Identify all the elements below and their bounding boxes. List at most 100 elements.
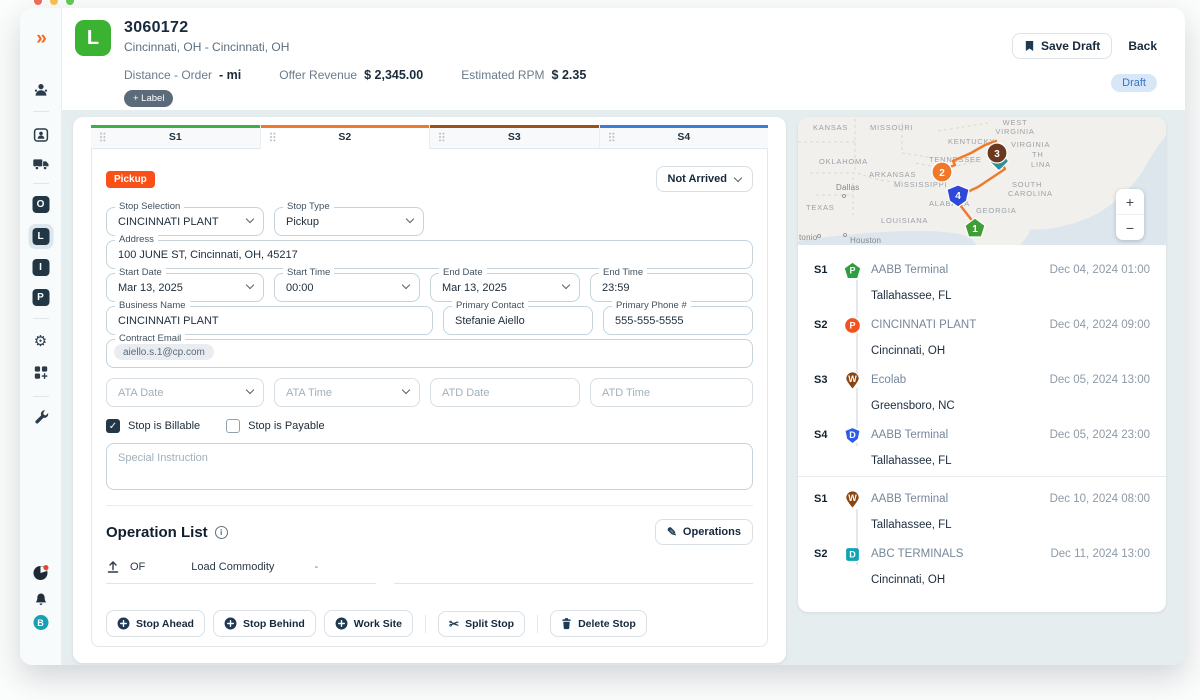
route-map[interactable]: KANSAS MISSOURI WEST VIRGINIA KENTUCKY V…	[798, 117, 1166, 245]
sidebar-item-notifications[interactable]	[33, 592, 48, 607]
sidebar-item-settings[interactable]: ⚙	[34, 334, 47, 349]
ata-time-field[interactable]: ATA Time	[274, 378, 420, 407]
sidebar-item-dispatch[interactable]	[33, 82, 49, 98]
start-time-field[interactable]: Start Time 00:00	[274, 268, 420, 302]
metric-label: Offer Revenue	[279, 68, 358, 82]
tab-s4[interactable]: S4	[598, 125, 768, 149]
zoom-in-button[interactable]: +	[1116, 189, 1144, 215]
stop-list-row[interactable]: S4 D AABB Terminal Dec 05, 2024 23:00 Ta…	[798, 417, 1166, 472]
contract-email-field[interactable]: Contract Email aiello.s.1@cp.com	[106, 334, 753, 368]
stop-ahead-button[interactable]: Stop Ahead	[106, 610, 205, 637]
shield-marker-icon: D	[845, 428, 860, 443]
status-badge: Draft	[1111, 74, 1157, 92]
tab-color-bar	[260, 125, 429, 128]
stop-list-row[interactable]: S1 P AABB Terminal Dec 04, 2024 01:00 Ta…	[798, 252, 1166, 307]
sidebar-item-payables[interactable]: P	[32, 289, 49, 306]
stop-behind-button[interactable]: Stop Behind	[212, 610, 316, 637]
plus-circle-icon	[224, 617, 237, 630]
button-label: Stop Behind	[242, 617, 305, 630]
tab-s1[interactable]: S1	[91, 125, 260, 149]
drag-handle-icon[interactable]	[269, 132, 276, 142]
sidebar-item-tools[interactable]	[33, 409, 48, 424]
sidebar-item-loads-active[interactable]: L	[28, 224, 53, 249]
zoom-out-button[interactable]: −	[1116, 215, 1144, 240]
tab-s3[interactable]: S3	[429, 125, 599, 149]
map-marker-2[interactable]: 2	[931, 161, 953, 183]
field-label: Primary Contact	[452, 301, 529, 311]
primary-contact-field[interactable]: Primary Contact Stefanie Aiello	[443, 301, 593, 335]
atd-date-field[interactable]: ATD Date	[430, 378, 580, 407]
stop-list-row[interactable]: S2 P CINCINNATI PLANT Dec 04, 2024 09:00…	[798, 307, 1166, 362]
ata-date-field[interactable]: ATA Date	[106, 378, 264, 407]
svg-text:W: W	[848, 374, 857, 384]
minimize-window-dot[interactable]	[50, 0, 58, 5]
sidebar: » O L I P ⚙ B	[20, 8, 62, 665]
atd-time-field[interactable]: ATD Time	[590, 378, 753, 407]
field-label: End Time	[599, 268, 648, 278]
stop-selection-field[interactable]: Stop Selection CINCINNATI PLANT	[106, 202, 264, 236]
back-button[interactable]: Back	[1128, 39, 1157, 53]
tab-s2-active[interactable]: S2	[259, 125, 429, 149]
drag-handle-icon[interactable]	[438, 132, 445, 142]
stop-is-payable-checkbox[interactable]: Stop is Payable	[226, 419, 325, 433]
stop-editor-card: S1 S2 S3 S4 Pickup Not Arrived Stop Sele…	[73, 117, 786, 663]
map-zoom-control[interactable]: + −	[1116, 189, 1144, 240]
arrival-status-dropdown[interactable]: Not Arrived	[655, 166, 753, 192]
stop-type-field[interactable]: Stop Type Pickup	[274, 202, 424, 236]
sidebar-item-badge[interactable]	[33, 127, 49, 143]
sidebar-item-app-notification[interactable]	[32, 564, 49, 581]
bookmark-icon	[1025, 40, 1034, 52]
stop-list-row[interactable]: S3 W Ecolab Dec 05, 2024 13:00 Greensbor…	[798, 362, 1166, 417]
wrench-icon	[34, 410, 48, 424]
sidebar-item-invoices[interactable]: I	[32, 259, 49, 276]
operations-button[interactable]: ✎ Operations	[654, 519, 753, 545]
save-draft-button[interactable]: Save Draft	[1011, 33, 1113, 59]
tab-color-bar	[430, 125, 599, 128]
drag-handle-icon[interactable]	[608, 132, 615, 142]
tab-color-bar	[91, 125, 260, 128]
stop-datetime: Dec 10, 2024 08:00	[1049, 493, 1150, 505]
distance-metric: Distance - Order - mi	[124, 68, 241, 82]
tab-label: S2	[338, 131, 352, 143]
stop-is-billable-checkbox[interactable]: ✓ Stop is Billable	[106, 419, 200, 433]
address-field[interactable]: Address 100 JUNE ST, Cincinnati, OH, 452…	[106, 235, 753, 269]
stop-name: AABB Terminal	[871, 429, 949, 441]
stop-datetime: Dec 05, 2024 13:00	[1049, 374, 1150, 386]
plus-circle-icon	[117, 617, 130, 630]
business-name-field[interactable]: Business Name CINCINNATI PLANT	[106, 301, 433, 335]
maximize-window-dot[interactable]	[66, 0, 74, 5]
split-stop-button[interactable]: ✂ Split Stop	[438, 610, 526, 637]
end-time-field[interactable]: End Time 23:59	[590, 268, 753, 302]
arrival-status-label: Not Arrived	[667, 173, 728, 185]
window-controls[interactable]	[34, 0, 74, 5]
end-date-field[interactable]: End Date Mar 13, 2025	[430, 268, 580, 302]
sidebar-item-trucks[interactable]	[32, 157, 49, 171]
stop-list-row[interactable]: S2 D ABC TERMINALS Dec 11, 2024 13:00 Ci…	[798, 536, 1166, 591]
stop-list-row[interactable]: S1 W AABB Terminal Dec 10, 2024 08:00 Ta…	[798, 481, 1166, 536]
app-window: » O L I P ⚙ B L 3060172 Cincinnati, OH -…	[20, 8, 1185, 665]
sidebar-item-orders[interactable]: O	[32, 196, 49, 213]
email-chip[interactable]: aiello.s.1@cp.com	[114, 344, 214, 360]
save-draft-label: Save Draft	[1040, 39, 1101, 53]
stop-code: S2	[814, 319, 828, 331]
drag-handle-icon[interactable]	[99, 132, 106, 142]
operation-row[interactable]: OF Load Commodity -	[106, 560, 753, 584]
primary-phone-field[interactable]: Primary Phone # 555-555-5555	[603, 301, 753, 335]
sidebar-item-b-app[interactable]: B	[33, 615, 48, 630]
upload-icon[interactable]	[106, 560, 120, 574]
delete-stop-button[interactable]: Delete Stop	[550, 610, 647, 637]
sidebar-item-apps[interactable]	[33, 365, 48, 380]
checkbox-checked-icon[interactable]: ✓	[106, 419, 120, 433]
close-window-dot[interactable]	[34, 0, 42, 5]
checkbox-unchecked-icon[interactable]	[226, 419, 241, 433]
work-site-button[interactable]: Work Site	[323, 610, 414, 637]
info-icon[interactable]: i	[214, 525, 228, 539]
stop-name: CINCINNATI PLANT	[871, 319, 977, 331]
start-date-field[interactable]: Start Date Mar 13, 2025	[106, 268, 264, 302]
special-instruction-input[interactable]: Special Instruction	[106, 443, 753, 490]
add-label-button[interactable]: + Label	[124, 90, 174, 107]
stop-form-panel: Pickup Not Arrived Stop Selection CINCIN…	[91, 149, 768, 647]
metric-value: $ 2,345.00	[364, 68, 424, 82]
main-area: L 3060172 Cincinnati, OH - Cincinnati, O…	[62, 8, 1185, 665]
app-logo-chevrons-icon[interactable]: »	[36, 28, 46, 50]
